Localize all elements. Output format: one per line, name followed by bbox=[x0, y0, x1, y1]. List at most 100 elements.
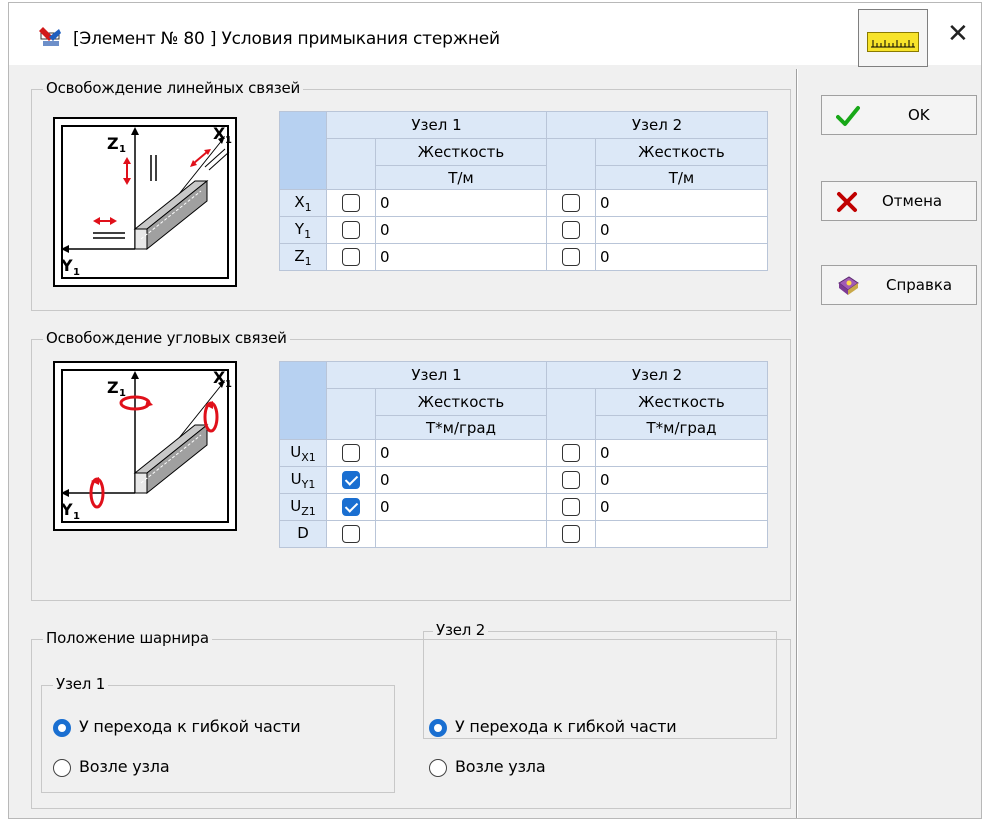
hinge-node1-legend: Узел 1 bbox=[53, 675, 109, 693]
window-title: [Элемент № 80 ] Условия примыкания стерж… bbox=[73, 29, 500, 49]
svg-text:1: 1 bbox=[225, 379, 232, 390]
node2-header: Узел 2 bbox=[546, 111, 768, 139]
node2-release-checkbox[interactable] bbox=[546, 216, 596, 244]
linear-release-table: Узел 1 Узел 2 Жесткость Жесткость Т/м Т/… bbox=[279, 111, 768, 271]
table-corner bbox=[279, 361, 327, 440]
stiffness-header: Жесткость bbox=[375, 138, 547, 166]
node1-release-checkbox[interactable] bbox=[326, 189, 376, 217]
node1-stiffness-field[interactable] bbox=[375, 520, 547, 548]
svg-text:1: 1 bbox=[73, 511, 80, 522]
table-row: UX1 0 0 bbox=[279, 439, 768, 467]
node1-stiffness-field[interactable]: 0 bbox=[375, 439, 547, 467]
node2-stiffness-field[interactable]: 0 bbox=[595, 189, 768, 217]
unit-header: Т*м/град bbox=[595, 415, 768, 440]
radio-node1-near-node[interactable]: Возле узла bbox=[53, 757, 170, 777]
node2-stiffness-field[interactable]: 0 bbox=[595, 466, 768, 494]
radio-selected-icon bbox=[429, 718, 447, 737]
help-button[interactable]: Справка bbox=[821, 265, 977, 305]
cancel-x-icon bbox=[837, 192, 857, 212]
table-row: D bbox=[279, 520, 768, 548]
unit-header: Т/м bbox=[595, 165, 768, 190]
node2-release-checkbox[interactable] bbox=[546, 439, 596, 467]
node1-release-checkbox[interactable] bbox=[326, 493, 376, 521]
node1-release-checkbox[interactable] bbox=[326, 466, 376, 494]
ruler-icon bbox=[867, 32, 919, 52]
stiffness-header: Жесткость bbox=[595, 388, 768, 416]
node2-release-checkbox[interactable] bbox=[546, 466, 596, 494]
node1-stiffness-field[interactable]: 0 bbox=[375, 189, 547, 217]
row-label: UX1 bbox=[279, 439, 327, 467]
node2-header: Узел 2 bbox=[546, 361, 768, 389]
diagram-y-label: Y bbox=[60, 500, 73, 519]
node2-stiffness-field[interactable]: 0 bbox=[595, 493, 768, 521]
radio-selected-icon bbox=[53, 718, 71, 737]
radio-node2-transition[interactable]: У перехода к гибкой части bbox=[429, 717, 677, 737]
node1-stiffness-field[interactable]: 0 bbox=[375, 243, 547, 271]
diagram-z-label: Z bbox=[107, 134, 119, 153]
stiffness-header: Жесткость bbox=[375, 388, 547, 416]
node1-release-checkbox[interactable] bbox=[326, 216, 376, 244]
app-icon bbox=[39, 27, 61, 46]
radio-unselected-icon bbox=[429, 758, 447, 777]
linear-release-legend: Освобождение линейных связей bbox=[43, 79, 304, 97]
table-row: Y1 0 0 bbox=[279, 216, 768, 244]
stiffness-header: Жесткость bbox=[595, 138, 768, 166]
angular-release-legend: Освобождение угловых связей bbox=[43, 329, 290, 347]
row-label: UZ1 bbox=[279, 493, 327, 521]
cancel-button[interactable]: Отмена bbox=[821, 181, 977, 221]
node2-release-checkbox[interactable] bbox=[546, 189, 596, 217]
linear-release-diagram: Z 1 X 1 Y 1 bbox=[53, 117, 237, 287]
node1-header: Узел 1 bbox=[326, 361, 547, 389]
radio-unselected-icon bbox=[53, 758, 71, 777]
cancel-label: Отмена bbox=[882, 192, 943, 210]
table-row: Z1 0 0 bbox=[279, 243, 768, 271]
unit-header: Т*м/град bbox=[375, 415, 547, 440]
help-label: Справка bbox=[886, 276, 953, 294]
node2-stiffness-field[interactable]: 0 bbox=[595, 439, 768, 467]
node1-release-checkbox[interactable] bbox=[326, 243, 376, 271]
row-label: UY1 bbox=[279, 466, 327, 494]
row-label: Z1 bbox=[279, 243, 327, 271]
angular-release-diagram: Z 1 X 1 Y 1 bbox=[53, 361, 237, 531]
row-label: D bbox=[279, 520, 327, 548]
node1-release-checkbox[interactable] bbox=[326, 439, 376, 467]
diagram-y-label: Y bbox=[60, 256, 73, 275]
node1-stiffness-field[interactable]: 0 bbox=[375, 216, 547, 244]
ok-label: OK bbox=[908, 106, 930, 124]
node1-stiffness-field[interactable]: 0 bbox=[375, 466, 547, 494]
table-corner bbox=[279, 111, 327, 190]
svg-text:1: 1 bbox=[73, 267, 80, 278]
svg-text:1: 1 bbox=[225, 135, 232, 146]
hinge-position-legend: Положение шарнира bbox=[43, 629, 212, 647]
ruler-button[interactable] bbox=[858, 9, 928, 67]
node1-stiffness-field[interactable]: 0 bbox=[375, 493, 547, 521]
node2-stiffness-field[interactable]: 0 bbox=[595, 216, 768, 244]
title-bar: [Элемент № 80 ] Условия примыкания стерж… bbox=[9, 3, 981, 67]
radio-node1-transition[interactable]: У перехода к гибкой части bbox=[53, 717, 301, 737]
dialog-window: [Элемент № 80 ] Условия примыкания стерж… bbox=[8, 2, 982, 819]
node2-release-checkbox[interactable] bbox=[546, 493, 596, 521]
row-label: Y1 bbox=[279, 216, 327, 244]
node2-release-checkbox[interactable] bbox=[546, 520, 596, 548]
vertical-divider bbox=[796, 69, 798, 818]
ok-button[interactable]: OK bbox=[821, 95, 977, 135]
row-label: X1 bbox=[279, 189, 327, 217]
hinge-node2-legend: Узел 2 bbox=[433, 621, 489, 639]
angular-release-table: Узел 1 Узел 2 Жесткость Жесткость Т*м/гр… bbox=[279, 361, 768, 548]
node1-release-checkbox[interactable] bbox=[326, 520, 376, 548]
unit-header: Т/м bbox=[375, 165, 547, 190]
node2-stiffness-field[interactable] bbox=[595, 520, 768, 548]
hinge-node1-group bbox=[41, 685, 395, 793]
node1-header: Узел 1 bbox=[326, 111, 547, 139]
radio-node2-near-node[interactable]: Возле узла bbox=[429, 757, 546, 777]
table-row: UY1 0 0 bbox=[279, 466, 768, 494]
svg-text:1: 1 bbox=[119, 388, 126, 399]
node2-stiffness-field[interactable]: 0 bbox=[595, 243, 768, 271]
close-icon[interactable]: ✕ bbox=[947, 21, 969, 47]
node2-release-checkbox[interactable] bbox=[546, 243, 596, 271]
svg-text:1: 1 bbox=[119, 144, 126, 155]
help-book-icon bbox=[838, 276, 859, 295]
table-row: UZ1 0 0 bbox=[279, 493, 768, 521]
table-row: X1 0 0 bbox=[279, 189, 768, 217]
checkmark-icon bbox=[836, 106, 860, 126]
